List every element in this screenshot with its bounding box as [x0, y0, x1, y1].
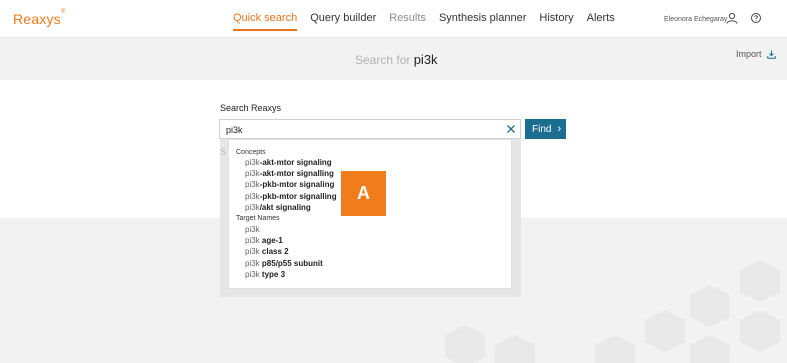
- suggestion-item[interactable]: pi3k-pkb-mtor signaling: [245, 180, 334, 189]
- suggestion-item[interactable]: pi3k p85/p55 subunit: [245, 259, 323, 268]
- hidden-text: S: [220, 147, 227, 157]
- suggestion-item[interactable]: pi3k: [245, 225, 260, 234]
- nav-quick-search[interactable]: Quick search: [233, 12, 298, 31]
- nav-synthesis-planner[interactable]: Synthesis planner: [439, 12, 526, 24]
- suggestion-item[interactable]: pi3k type 3: [245, 270, 285, 279]
- help-icon[interactable]: [750, 12, 762, 24]
- nav-alerts[interactable]: Alerts: [587, 12, 615, 24]
- suggestion-item[interactable]: pi3k-akt-mtor signalling: [245, 169, 334, 178]
- find-button[interactable]: Find ›: [525, 119, 566, 139]
- top-navigation-bar: Reaxys® Quick search Query builder Resul…: [0, 0, 787, 38]
- import-button[interactable]: Import: [736, 49, 776, 59]
- concepts-group-title: Concepts: [236, 149, 266, 156]
- search-label: Search Reaxys: [220, 103, 282, 113]
- search-for-heading: Search for pi3k: [355, 52, 438, 67]
- download-icon: [766, 50, 776, 59]
- main-nav: Quick search Query builder Results Synth…: [233, 12, 628, 31]
- annotation-badge: A: [341, 171, 386, 216]
- search-field[interactable]: [219, 119, 521, 139]
- user-icon[interactable]: [726, 12, 738, 24]
- suggestion-item[interactable]: pi3k age-1: [245, 236, 283, 245]
- nav-results[interactable]: Results: [389, 12, 426, 24]
- target-names-group-title: Target Names: [236, 215, 280, 222]
- user-name[interactable]: Eleonora Echegaray: [664, 16, 727, 23]
- clear-icon[interactable]: [506, 124, 516, 134]
- suggestion-item[interactable]: pi3k/akt signaling: [245, 203, 311, 212]
- chevron-right-icon: ›: [557, 123, 562, 135]
- suggestion-item[interactable]: pi3k class 2: [245, 247, 289, 256]
- nav-history[interactable]: History: [539, 12, 573, 24]
- search-input[interactable]: [220, 121, 500, 139]
- suggestion-item[interactable]: pi3k-akt-mtor signaling: [245, 158, 332, 167]
- reaxys-logo[interactable]: Reaxys®: [13, 9, 66, 27]
- suggestion-item[interactable]: pi3k-pkb-mtor signalling: [245, 192, 337, 201]
- nav-query-builder[interactable]: Query builder: [310, 12, 376, 24]
